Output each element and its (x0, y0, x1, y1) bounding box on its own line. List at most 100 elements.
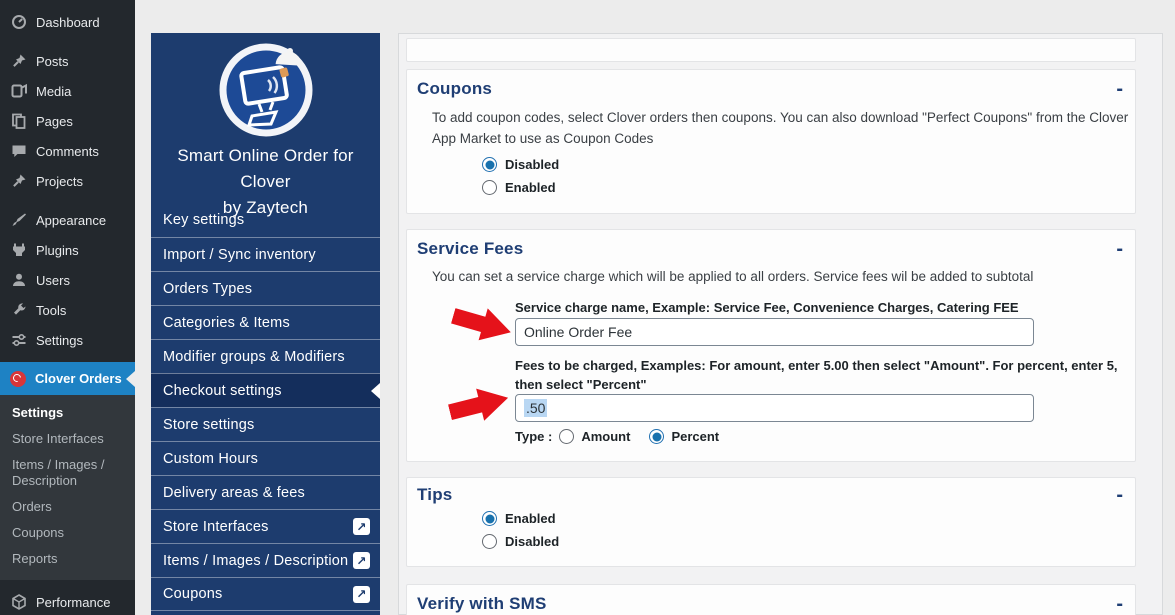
sidebar-item-users[interactable]: Users (0, 265, 135, 295)
sidebar-item-label: Clover Orders (35, 371, 122, 386)
service-fee-amount-label: Fees to be charged, Examples: For amount… (515, 358, 1118, 392)
collapse-button[interactable]: - (1116, 79, 1123, 99)
sidebar-item-label: Users (36, 272, 70, 288)
sliders-icon (10, 332, 27, 349)
plugin-settings-panel: Smart Online Order for Clover by Zaytech… (151, 33, 380, 615)
comments-icon (10, 143, 27, 160)
sidebar-item-label: Comments (36, 143, 99, 159)
plugin-menu-store-settings[interactable]: Store settings (151, 407, 380, 441)
radio-enabled[interactable] (482, 180, 497, 195)
submenu-item-settings[interactable]: Settings (0, 400, 135, 426)
plugin-menu-import-sync-inventory[interactable]: Import / Sync inventory (151, 237, 380, 271)
service-fee-type-row: Type : Amount Percent (515, 429, 719, 444)
sidebar-item-label: Dashboard (36, 14, 100, 30)
sidebar-item-label: Posts (36, 53, 69, 69)
tips-section: Tips - Enabled Disabled (406, 477, 1136, 567)
sidebar-item-label: Pages (36, 113, 73, 129)
smart-online-order-logo (151, 33, 380, 138)
plugin-menu-key-settings[interactable]: Key settings (151, 203, 380, 237)
service-fees-description: You can set a service charge which will … (432, 269, 1034, 284)
user-icon (10, 272, 27, 289)
clover-orders-submenu: Settings Store Interfaces Items / Images… (0, 395, 135, 580)
sidebar-item-dashboard[interactable]: Dashboard (0, 7, 135, 37)
collapse-button[interactable]: - (1116, 239, 1123, 259)
collapse-button[interactable]: - (1116, 485, 1123, 505)
sidebar-item-media[interactable]: Media (0, 76, 135, 106)
sidebar-item-settings[interactable]: Settings (0, 325, 135, 355)
plugin-menu-checkout-settings[interactable]: Checkout settings (151, 373, 380, 407)
pages-icon (10, 113, 27, 130)
radio-label: Enabled (505, 511, 556, 526)
plugin-menu-items-images-description[interactable]: Items / Images / Description ↗ (151, 543, 380, 577)
service-fees-section-title: Service Fees (417, 239, 524, 258)
wp-admin-sidebar: Dashboard Posts Media Pages Comments Pro… (0, 0, 135, 615)
plugin-menu-orders-types[interactable]: Orders Types (151, 271, 380, 305)
radio-percent[interactable] (649, 429, 665, 444)
sidebar-item-appearance[interactable]: Appearance (0, 205, 135, 235)
plugin-menu-delivery-areas-fees[interactable]: Delivery areas & fees (151, 475, 380, 509)
collapse-button[interactable]: - (1116, 594, 1123, 614)
submenu-item-coupons[interactable]: Coupons (0, 520, 135, 546)
coupons-enabled-option: Enabled (482, 180, 556, 195)
plugin-menu-categories-items[interactable]: Categories & Items (151, 305, 380, 339)
radio-amount[interactable] (559, 429, 575, 444)
submenu-item-store-interfaces[interactable]: Store Interfaces (0, 426, 135, 452)
sidebar-item-pages[interactable]: Pages (0, 106, 135, 136)
radio-label: Disabled (505, 157, 560, 172)
plugin-menu: Key settings Import / Sync inventory Ord… (151, 203, 380, 611)
external-link-icon: ↗ (353, 585, 370, 603)
service-fee-amount-input[interactable]: .50 (515, 394, 1034, 422)
sidebar-item-posts[interactable]: Posts (0, 46, 135, 76)
plugin-menu-custom-hours[interactable]: Custom Hours (151, 441, 380, 475)
plugin-title-line1: Smart Online Order for Clover (177, 146, 354, 191)
tips-disabled-option: Disabled (482, 534, 559, 549)
verify-sms-section: Verify with SMS - (406, 584, 1136, 615)
clover-icon (10, 370, 26, 387)
sidebar-item-label: Appearance (36, 212, 107, 228)
radio-disabled[interactable] (482, 157, 497, 172)
coupons-section-title: Coupons (417, 79, 493, 98)
radio-label: Enabled (505, 180, 556, 195)
tips-section-title: Tips (417, 485, 453, 504)
coupons-section: Coupons - To add coupon codes, select Cl… (406, 69, 1136, 214)
radio-label: Percent (671, 429, 720, 444)
dashboard-icon (10, 14, 27, 31)
radio-disabled[interactable] (482, 534, 497, 549)
coupons-disabled-option: Disabled (482, 157, 559, 172)
service-fees-section: Service Fees - You can set a service cha… (406, 229, 1136, 462)
submenu-item-reports[interactable]: Reports (0, 546, 135, 572)
sidebar-item-label: Tools (36, 302, 67, 318)
sidebar-item-tools[interactable]: Tools (0, 295, 135, 325)
pin-icon (10, 173, 27, 190)
service-charge-name-input[interactable] (515, 318, 1034, 346)
type-label: Type : (515, 429, 553, 444)
sidebar-item-clover-orders[interactable]: Clover Orders (0, 362, 135, 395)
service-charge-name-label: Service charge name, Example: Service Fe… (515, 300, 1019, 315)
submenu-item-orders[interactable]: Orders (0, 494, 135, 520)
radio-label: Disabled (505, 534, 560, 549)
sidebar-item-label: Media (36, 83, 72, 99)
sidebar-item-comments[interactable]: Comments (0, 136, 135, 166)
sidebar-item-performance[interactable]: Performance (0, 587, 135, 615)
plugin-icon (10, 242, 27, 259)
sidebar-item-label: Settings (36, 332, 83, 348)
pin-icon (10, 53, 27, 70)
sidebar-item-projects[interactable]: Projects (0, 166, 135, 196)
wrench-icon (10, 302, 27, 319)
brush-icon (10, 212, 27, 229)
plugin-menu-store-interfaces[interactable]: Store Interfaces ↗ (151, 509, 380, 543)
selected-input-text: .50 (524, 399, 548, 417)
submenu-item-items-images-description[interactable]: Items / Images / Description (0, 452, 135, 494)
sidebar-item-label: Performance (36, 594, 111, 610)
plugin-menu-coupons[interactable]: Coupons ↗ (151, 577, 380, 611)
cube-icon (10, 594, 27, 611)
sidebar-item-plugins[interactable]: Plugins (0, 235, 135, 265)
external-link-icon: ↗ (353, 552, 370, 569)
settings-content: Coupons - To add coupon codes, select Cl… (398, 33, 1163, 615)
previous-section-partial (406, 38, 1136, 62)
media-icon (10, 83, 27, 100)
sidebar-item-label: Projects (36, 173, 83, 189)
plugin-menu-modifier-groups[interactable]: Modifier groups & Modifiers (151, 339, 380, 373)
sidebar-item-label: Plugins (36, 242, 79, 258)
radio-enabled[interactable] (482, 511, 497, 526)
